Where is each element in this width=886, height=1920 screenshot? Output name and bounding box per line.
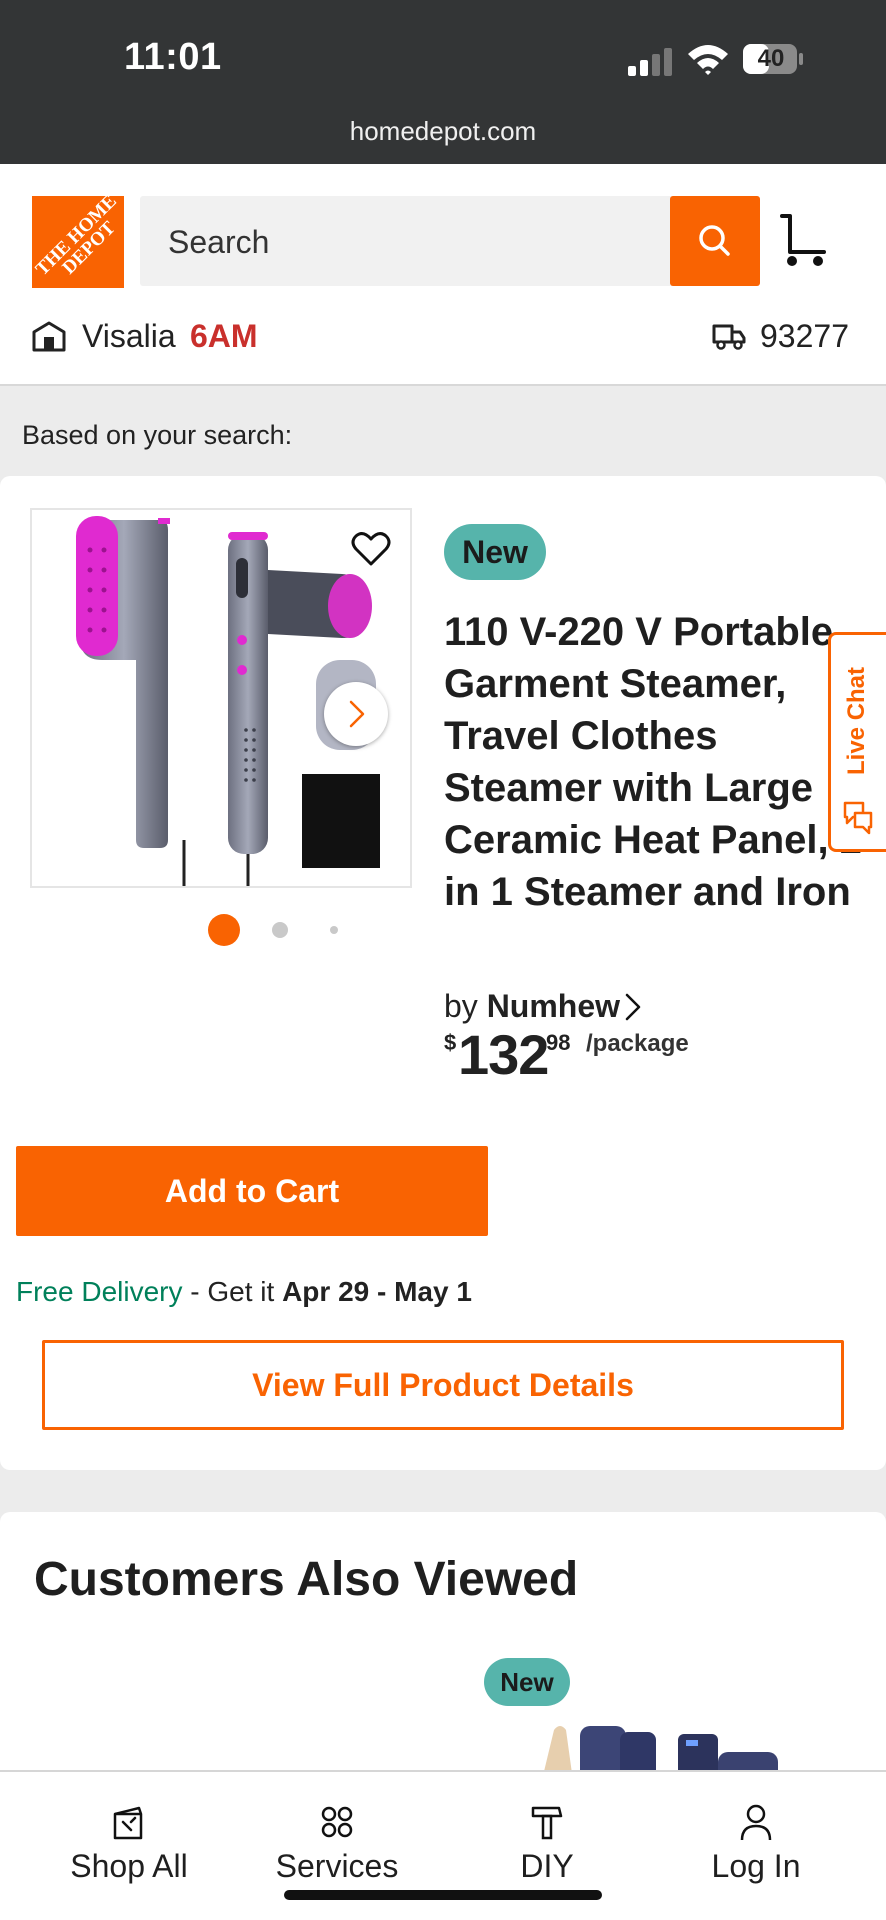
logo-wordmark: THE HOME DEPOT	[32, 196, 121, 280]
search-icon	[699, 225, 730, 256]
price-unit: /package	[586, 1030, 689, 1057]
delivery-dates: Apr 29 - May 1	[282, 1276, 472, 1307]
section-heading: Customers Also Viewed	[34, 1553, 579, 1606]
brand-by-label: by	[444, 988, 478, 1024]
home-indicator[interactable]	[284, 1890, 602, 1900]
truck-icon	[712, 324, 746, 350]
chevron-right-icon	[349, 700, 365, 728]
nav-label: Services	[275, 1848, 399, 1884]
cart-icon[interactable]	[778, 212, 828, 268]
nav-label: Shop All	[70, 1848, 188, 1884]
zip-code: 93277	[760, 318, 849, 354]
wifi-icon	[688, 45, 728, 75]
product-card: New 110 V-220 V Portable Garment Steamer…	[0, 476, 886, 1470]
search-input[interactable]: Search	[168, 224, 269, 261]
new-badge: New	[444, 524, 546, 580]
free-delivery-label: Free Delivery	[16, 1276, 183, 1307]
cellular-signal-icon	[628, 46, 674, 76]
diy-hammer-icon	[531, 1806, 563, 1840]
carousel-dot[interactable]	[272, 922, 288, 938]
product-title[interactable]: 110 V-220 V Portable Garment Steamer, Tr…	[444, 606, 864, 918]
search-context-label: Based on your search:	[22, 420, 293, 450]
battery-level: 40	[757, 45, 785, 72]
nav-label: Log In	[711, 1848, 801, 1884]
add-to-cart-button[interactable]: Add to Cart	[16, 1146, 488, 1236]
live-chat-label: Live Chat	[843, 666, 870, 775]
search-bar[interactable]: Search	[140, 196, 760, 286]
home-depot-logo[interactable]: THE HOME DEPOT	[32, 196, 124, 288]
nav-services[interactable]: Services	[262, 1802, 412, 1902]
delivery-get-it: - Get it	[182, 1276, 283, 1307]
brand-name: Numhew	[486, 988, 621, 1024]
status-bar: 11:01 40 homedepot.com	[0, 0, 886, 164]
brand-link[interactable]: by Numhew	[444, 988, 642, 1025]
live-chat-tab[interactable]: Live Chat	[828, 632, 886, 852]
price-dollars: 132	[458, 1023, 549, 1086]
store-hours: 6AM	[190, 318, 258, 354]
nav-shop-all[interactable]: Shop All	[58, 1802, 200, 1902]
store-name: Visalia	[82, 318, 176, 354]
delivery-info: Free Delivery - Get it Apr 29 - May 1	[16, 1276, 472, 1308]
store-icon	[32, 321, 66, 352]
url-bar[interactable]: homedepot.com	[0, 116, 886, 147]
status-time: 11:01	[124, 36, 222, 78]
chevron-right-icon	[625, 993, 641, 1021]
product-image-carousel[interactable]	[30, 508, 412, 888]
carousel-dot[interactable]	[330, 926, 338, 934]
favorite-heart-icon[interactable]	[350, 530, 392, 568]
carousel-dot-active[interactable]	[208, 914, 240, 946]
nav-diy[interactable]: DIY	[494, 1802, 600, 1902]
new-badge: New	[484, 1658, 570, 1706]
price-currency: $	[444, 1030, 457, 1055]
site-header: THE HOME DEPOT Search Visalia 6AM 93277	[0, 164, 886, 386]
nav-label: DIY	[520, 1848, 574, 1884]
carousel-dots	[206, 912, 346, 946]
price-cents: 98	[546, 1030, 571, 1055]
user-icon	[740, 1804, 772, 1841]
search-button[interactable]	[670, 196, 760, 286]
chat-bubbles-icon	[843, 801, 873, 835]
nav-log-in[interactable]: Log In	[696, 1802, 816, 1902]
carousel-next-button[interactable]	[324, 682, 388, 746]
shop-all-icon	[113, 1806, 143, 1840]
view-full-details-button[interactable]: View Full Product Details	[42, 1340, 844, 1430]
services-icon	[321, 1806, 353, 1838]
